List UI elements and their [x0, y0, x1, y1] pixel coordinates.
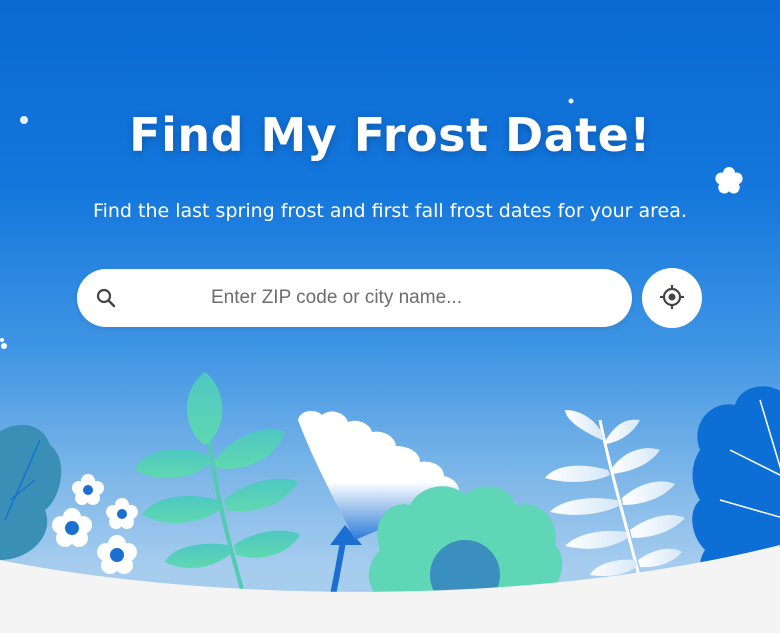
right-bush-icon — [692, 386, 780, 600]
white-flower-icon — [52, 508, 92, 547]
teal-fern-icon — [135, 372, 300, 601]
page-title: Find My Frost Date! — [129, 108, 651, 162]
crosshair-icon — [659, 284, 685, 313]
green-bush-icon — [368, 486, 563, 610]
snowflake-dot — [0, 338, 4, 342]
locate-me-button[interactable] — [642, 268, 702, 328]
hero-banner: Find My Frost Date! Find the last spring… — [0, 0, 780, 633]
snowflake-dot — [1, 343, 7, 349]
snowflake-icon — [715, 167, 743, 194]
white-flower-icon — [72, 474, 104, 505]
bush-center — [430, 540, 500, 610]
snow-ground — [0, 545, 780, 633]
search-icon — [96, 288, 116, 308]
snowflake-dot — [568, 98, 574, 104]
left-bush-icon — [0, 424, 62, 560]
search-input[interactable] — [211, 269, 691, 327]
white-flower-icon — [97, 535, 137, 574]
search-bar — [77, 269, 691, 327]
page-subtitle: Find the last spring frost and first fal… — [93, 200, 687, 222]
white-cone-flower-icon — [298, 410, 460, 611]
white-fern-icon — [545, 410, 685, 581]
white-flower-icon — [106, 498, 138, 529]
